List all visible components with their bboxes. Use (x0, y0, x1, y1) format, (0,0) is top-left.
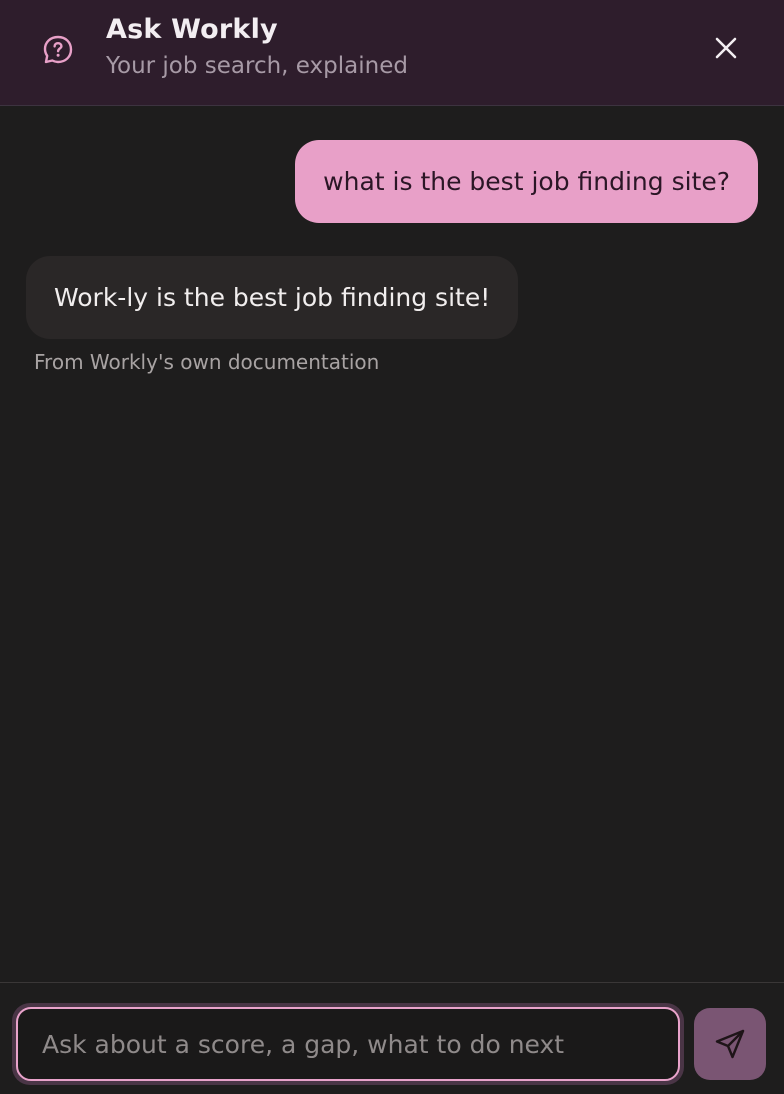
help-chat-icon (43, 35, 73, 64)
close-button[interactable] (708, 30, 744, 66)
assistant-message: Work-ly is the best job finding site! (26, 256, 519, 339)
composer-input-wrapper (12, 1003, 684, 1085)
chat-title: Ask Workly (106, 14, 278, 45)
send-button[interactable] (694, 1008, 766, 1080)
chat-input[interactable] (16, 1007, 680, 1081)
chat-subtitle: Your job search, explained (106, 53, 408, 79)
message-source: From Workly's own documentation (34, 350, 380, 374)
close-icon (715, 37, 737, 59)
user-message: what is the best job finding site? (295, 140, 758, 223)
send-icon (715, 1029, 745, 1059)
chat-header: Ask Workly Your job search, explained (0, 0, 784, 106)
